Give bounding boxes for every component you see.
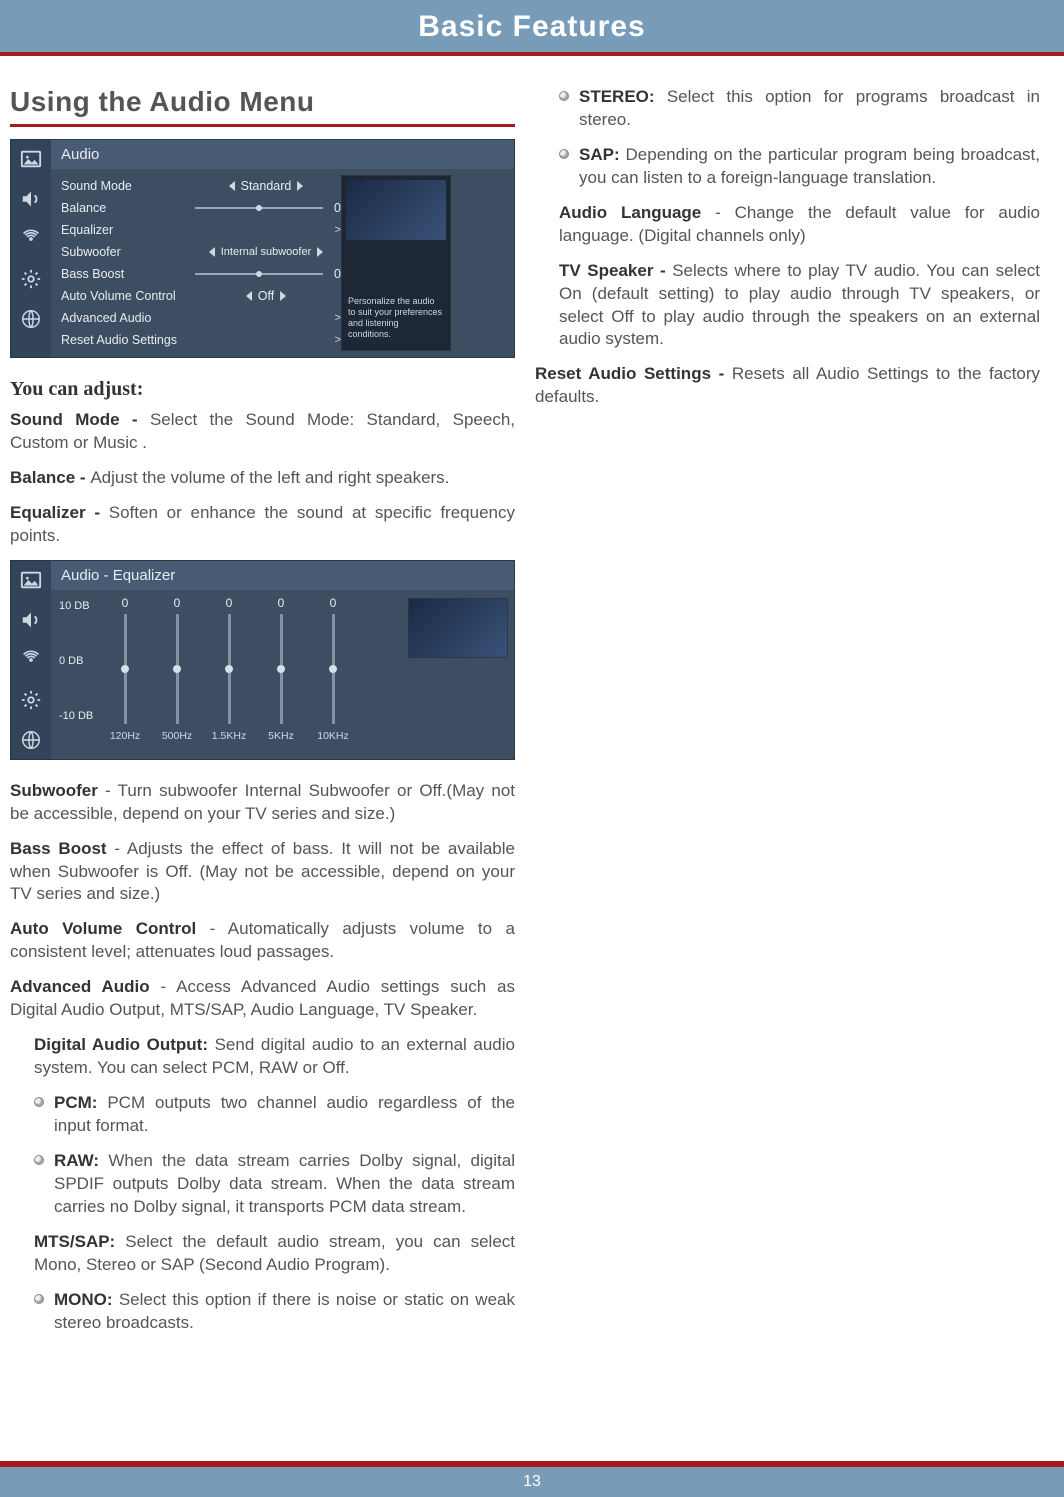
settings-icon (20, 689, 42, 711)
osd-value-equalizer[interactable]: > (191, 219, 341, 241)
para-digital-audio-output: Digital Audio Output: Send digital audio… (34, 1034, 515, 1080)
para-subwoofer: Subwoofer - Turn subwoofer Internal Subw… (10, 780, 515, 826)
network-icon (20, 649, 42, 671)
eq-bar[interactable]: 0500Hz (159, 596, 195, 742)
left-column: Using the Audio Menu Audio Sound Mode (10, 86, 515, 1346)
arrow-left-icon[interactable] (246, 291, 252, 301)
osd-equalizer-panel: Audio - Equalizer 10 DB 0 DB -10 DB 0120… (10, 560, 515, 760)
content-area: Using the Audio Menu Audio Sound Mode (0, 56, 1064, 1346)
bullet-icon (34, 1294, 44, 1304)
page-header: Basic Features (0, 0, 1064, 52)
network-icon (20, 228, 42, 250)
eq-y-axis: 10 DB 0 DB -10 DB (59, 596, 107, 726)
osd-eq-preview (408, 598, 508, 658)
bullet-icon (559, 149, 569, 159)
para-balance: Balance - Adjust the volume of the left … (10, 467, 515, 490)
osd-row-label[interactable]: Balance (61, 197, 191, 219)
page-number: 13 (0, 1467, 1064, 1497)
arrow-left-icon[interactable] (209, 247, 215, 257)
osd-values: Standard 0 > Internal subwoofer 0 Off > … (191, 169, 341, 357)
para-auto-volume: Auto Volume Control - Automatically adju… (10, 918, 515, 964)
eq-bar[interactable]: 05KHz (263, 596, 299, 742)
settings-icon (20, 268, 42, 290)
bullet-icon (559, 91, 569, 101)
osd-value-auto-volume[interactable]: Off (191, 285, 341, 307)
osd-preview-image (346, 180, 446, 240)
para-sound-mode: Sound Mode - Select the Sound Mode: Stan… (10, 409, 515, 455)
globe-icon (20, 308, 42, 330)
para-advanced-audio: Advanced Audio - Access Advanced Audio s… (10, 976, 515, 1022)
osd-value-sound-mode[interactable]: Standard (191, 175, 341, 197)
section-underline (10, 124, 515, 127)
arrow-right-icon[interactable] (280, 291, 286, 301)
osd-labels: Sound Mode Balance Equalizer Subwoofer B… (51, 169, 191, 357)
osd-hint-text: Personalize the audio to suit your prefe… (348, 296, 444, 340)
osd-value-reset[interactable]: > (191, 329, 341, 351)
osd-row-label[interactable]: Subwoofer (61, 241, 191, 263)
section-title: Using the Audio Menu (10, 86, 515, 118)
eq-bar[interactable]: 01.5KHz (211, 596, 247, 742)
osd-row-label[interactable]: Reset Audio Settings (61, 329, 191, 351)
audio-icon (20, 609, 42, 631)
osd-sidebar (11, 140, 51, 357)
para-reset-audio: Reset Audio Settings - Resets all Audio … (535, 363, 1040, 409)
osd-eq-title: Audio - Equalizer (51, 561, 514, 590)
osd-row-label[interactable]: Sound Mode (61, 175, 191, 197)
arrow-right-icon[interactable] (297, 181, 303, 191)
osd-value-subwoofer[interactable]: Internal subwoofer (191, 241, 341, 263)
bullet-mono: MONO: Select this option if there is noi… (34, 1289, 515, 1335)
right-column: STEREO: Select this option for programs … (535, 86, 1040, 1346)
osd-value-balance[interactable]: 0 (191, 197, 341, 219)
eq-bar[interactable]: 0120Hz (107, 596, 143, 742)
osd-row-label[interactable]: Equalizer (61, 219, 191, 241)
bullet-pcm: PCM: PCM outputs two channel audio regar… (34, 1092, 515, 1138)
eq-bars: 0120Hz 0500Hz 01.5KHz 05KHz 010KHz (107, 596, 400, 742)
osd-audio-panel: Audio Sound Mode Balance Equalizer Subwo… (10, 139, 515, 358)
bullet-icon (34, 1097, 44, 1107)
osd-value-advanced[interactable]: > (191, 307, 341, 329)
picture-icon (20, 148, 42, 170)
globe-icon (20, 729, 42, 751)
bullet-icon (34, 1155, 44, 1165)
bullet-sap: SAP: Depending on the particular program… (559, 144, 1040, 190)
eq-bar[interactable]: 010KHz (315, 596, 351, 742)
audio-icon (20, 188, 42, 210)
osd-value-bass-boost[interactable]: 0 (191, 263, 341, 285)
osd-row-label[interactable]: Advanced Audio (61, 307, 191, 329)
osd-preview: Personalize the audio to suit your prefe… (341, 175, 451, 351)
osd-row-label[interactable]: Bass Boost (61, 263, 191, 285)
para-equalizer: Equalizer - Soften or enhance the sound … (10, 502, 515, 548)
para-bass-boost: Bass Boost - Adjusts the effect of bass.… (10, 838, 515, 907)
para-tv-speaker: TV Speaker - Selects where to play TV au… (559, 260, 1040, 352)
footer: 13 (0, 1461, 1064, 1497)
bullet-stereo: STEREO: Select this option for programs … (559, 86, 1040, 132)
subheading-adjust: You can adjust: (10, 378, 515, 401)
arrow-right-icon[interactable] (317, 247, 323, 257)
osd-row-label[interactable]: Auto Volume Control (61, 285, 191, 307)
osd-title: Audio (51, 140, 514, 169)
picture-icon (20, 569, 42, 591)
para-mts-sap: MTS/SAP: Select the default audio stream… (34, 1231, 515, 1277)
arrow-left-icon[interactable] (229, 181, 235, 191)
bullet-raw: RAW: When the data stream carries Dolby … (34, 1150, 515, 1219)
osd-sidebar (11, 561, 51, 759)
para-audio-language: Audio Language - Change the default valu… (559, 202, 1040, 248)
